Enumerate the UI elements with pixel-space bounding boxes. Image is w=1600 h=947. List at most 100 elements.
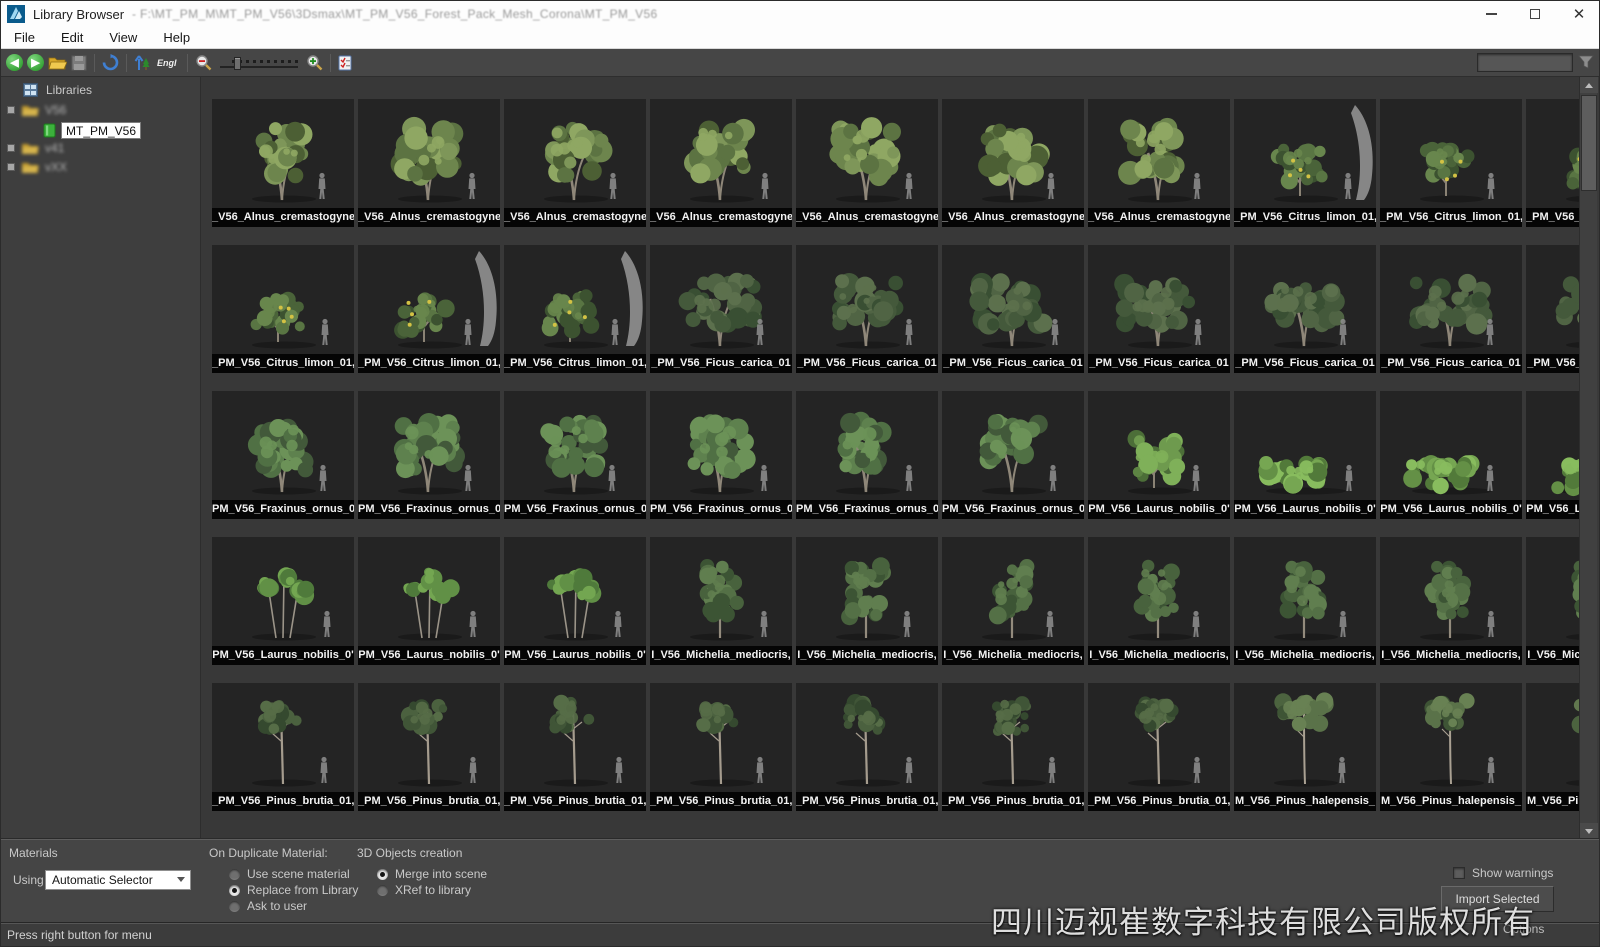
asset-thumbnail[interactable]: PM_V56_Laurus_nobilis_0'	[1234, 391, 1376, 519]
asset-thumbnail[interactable]: PM_V56_Laurus_nobilis_0'	[358, 537, 500, 665]
asset-thumbnail[interactable]: I_V56_Michelia_mediocris,	[796, 537, 938, 665]
open-library-button[interactable]	[48, 52, 67, 74]
asset-thumbnail[interactable]: I_V56_Michelia_mediocris,	[650, 537, 792, 665]
asset-label: PM_V56_Fraxinus_ornus_0	[358, 500, 500, 519]
sidebar-item-v41[interactable]: v41	[7, 141, 64, 155]
asset-thumbnail[interactable]: _PM_V56_Ficus_carica_01	[1088, 245, 1230, 373]
asset-thumbnail[interactable]: M_V56_Pinus_halepensis_	[1234, 683, 1376, 811]
minimize-button[interactable]	[1469, 1, 1513, 27]
language-button[interactable]: Engl	[154, 52, 180, 74]
radio-use-scene-material[interactable]: Use scene material	[229, 867, 350, 881]
asset-thumbnail[interactable]: _PM_V56_Ficus_carica_01	[1526, 245, 1581, 373]
radio-ask-to-user[interactable]: Ask to user	[229, 899, 307, 913]
asset-thumbnail[interactable]: I_V56_Michelia_mediocris,	[1088, 537, 1230, 665]
asset-thumbnail[interactable]: _V56_Alnus_cremastogyne	[942, 99, 1084, 227]
asset-thumbnail[interactable]: _PM_V56_Citrus_limon_01,	[1526, 99, 1581, 227]
asset-thumbnail[interactable]: _PM_V56_Ficus_carica_01	[650, 245, 792, 373]
maximize-icon	[1530, 9, 1540, 19]
asset-thumbnail[interactable]: I_V56_Michelia_mediocris,	[942, 537, 1084, 665]
asset-thumbnail[interactable]: PM_V56_Fraxinus_ornus_0	[650, 391, 792, 519]
asset-label: _PM_V56_Pinus_brutia_01,	[212, 792, 354, 811]
asset-thumbnail[interactable]: _PM_V56_Ficus_carica_01	[942, 245, 1084, 373]
asset-thumbnail[interactable]: _PM_V56_Citrus_limon_01,	[504, 245, 646, 373]
expand-toggle-icon[interactable]	[7, 144, 15, 152]
back-button[interactable]: ◀	[6, 52, 23, 74]
asset-thumbnail[interactable]: _V56_Alnus_cremastogyne	[650, 99, 792, 227]
asset-thumbnail[interactable]: I_V56_Michelia_mediocris,	[1380, 537, 1522, 665]
material-selector-dropdown[interactable]: Automatic Selector	[45, 870, 191, 890]
asset-thumbnail[interactable]: _PM_V56_Ficus_carica_01	[1380, 245, 1522, 373]
asset-thumbnail[interactable]: PM_V56_Laurus_nobilis_0'	[1088, 391, 1230, 519]
asset-thumbnail[interactable]: _V56_Alnus_cremastogyne	[358, 99, 500, 227]
forward-button[interactable]: ▶	[27, 52, 44, 74]
expand-toggle-icon[interactable]	[7, 163, 15, 171]
libraries-root[interactable]: Libraries	[23, 83, 92, 97]
asset-thumbnail[interactable]: PM_V56_Fraxinus_ornus_0	[212, 391, 354, 519]
asset-thumbnail[interactable]: PM_V56_Fraxinus_ornus_0	[358, 391, 500, 519]
asset-thumbnail[interactable]: _PM_V56_Ficus_carica_01	[1234, 245, 1376, 373]
radio-replace-from-library[interactable]: Replace from Library	[229, 883, 358, 897]
save-library-button[interactable]	[71, 52, 87, 74]
asset-thumbnail[interactable]: PM_V56_Laurus_nobilis_0'	[1526, 391, 1581, 519]
vertical-scrollbar[interactable]	[1579, 77, 1597, 839]
asset-thumbnail[interactable]: _PM_V56_Pinus_brutia_01,	[358, 683, 500, 811]
toolbar-separator	[187, 54, 188, 72]
menu-edit[interactable]: Edit	[48, 27, 96, 49]
zoom-out-button[interactable]	[195, 52, 212, 74]
asset-thumbnail[interactable]: _PM_V56_Pinus_brutia_01,	[796, 683, 938, 811]
asset-thumbnail[interactable]: PM_V56_Laurus_nobilis_0'	[212, 537, 354, 665]
asset-thumbnail[interactable]: I_V56_Michelia_mediocris,	[1526, 537, 1581, 665]
options-button[interactable]: Options	[1503, 922, 1544, 936]
asset-thumbnail[interactable]: _PM_V56_Citrus_limon_01,	[1234, 99, 1376, 227]
filter-icon[interactable]	[1578, 54, 1594, 75]
radio-xref-to-library[interactable]: XRef to library	[377, 883, 471, 897]
menu-help[interactable]: Help	[150, 27, 203, 49]
asset-thumbnail[interactable]: PM_V56_Fraxinus_ornus_0	[796, 391, 938, 519]
asset-thumbnail[interactable]: PM_V56_Laurus_nobilis_0'	[1380, 391, 1522, 519]
zoom-in-button[interactable]	[306, 52, 323, 74]
menu-view[interactable]: View	[96, 27, 150, 49]
asset-thumbnail[interactable]: _PM_V56_Citrus_limon_01,	[358, 245, 500, 373]
show-warnings-checkbox[interactable]: Show warnings	[1453, 866, 1553, 880]
refresh-button[interactable]	[102, 52, 119, 74]
asset-label: _V56_Alnus_cremastogyne	[650, 208, 792, 227]
asset-thumbnail[interactable]: _PM_V56_Ficus_carica_01	[796, 245, 938, 373]
asset-thumbnail[interactable]: M_V56_Pinus_halepensis_	[1380, 683, 1522, 811]
asset-thumbnail[interactable]: _PM_V56_Pinus_brutia_01,	[212, 683, 354, 811]
sidebar-item-mt-pm-v56[interactable]: MT_PM_V56	[43, 122, 141, 139]
sidebar-item-vxx[interactable]: vXX	[7, 160, 67, 174]
thumbnail-size-slider[interactable]	[220, 55, 298, 71]
scroll-down-button[interactable]	[1580, 823, 1598, 839]
asset-thumbnail[interactable]: _PM_V56_Pinus_brutia_01,	[504, 683, 646, 811]
menu-file[interactable]: File	[1, 27, 48, 49]
asset-thumbnail[interactable]: _PM_V56_Pinus_brutia_01,	[1088, 683, 1230, 811]
asset-thumbnail[interactable]: PM_V56_Laurus_nobilis_0'	[504, 537, 646, 665]
import-selected-button[interactable]: Import Selected	[1441, 886, 1554, 912]
search-input[interactable]	[1477, 53, 1573, 72]
close-button[interactable]: ✕	[1557, 1, 1600, 27]
asset-thumbnail[interactable]: _V56_Alnus_cremastogyne	[1088, 99, 1230, 227]
radio-merge-into-scene[interactable]: Merge into scene	[377, 867, 487, 881]
asset-thumbnail[interactable]: _PM_V56_Pinus_brutia_01,	[942, 683, 1084, 811]
asset-thumbnail[interactable]: _V56_Alnus_cremastogyne	[504, 99, 646, 227]
sidebar-item-v56[interactable]: V56	[7, 103, 66, 117]
scroll-up-button[interactable]	[1580, 77, 1598, 93]
asset-thumbnail[interactable]: _PM_V56_Pinus_brutia_01,	[650, 683, 792, 811]
scroll-up-icon	[1585, 83, 1593, 88]
asset-thumbnail[interactable]: _V56_Alnus_cremastogyne	[212, 99, 354, 227]
expand-toggle-icon[interactable]	[7, 106, 15, 114]
asset-thumbnail[interactable]: I_V56_Michelia_mediocris,	[1234, 537, 1376, 665]
slider-handle[interactable]	[234, 57, 241, 70]
scroll-down-icon	[1585, 829, 1593, 834]
sort-order-button[interactable]	[134, 52, 150, 74]
asset-thumbnail[interactable]: M_V56_Pinus_halepensis_	[1526, 683, 1581, 811]
asset-thumbnail[interactable]: PM_V56_Fraxinus_ornus_0	[942, 391, 1084, 519]
folder-icon	[21, 142, 39, 155]
asset-thumbnail[interactable]: PM_V56_Fraxinus_ornus_0	[504, 391, 646, 519]
maximize-button[interactable]	[1513, 1, 1557, 27]
asset-thumbnail[interactable]: _PM_V56_Citrus_limon_01,	[1380, 99, 1522, 227]
asset-thumbnail[interactable]: _V56_Alnus_cremastogyne	[796, 99, 938, 227]
show-names-button[interactable]	[338, 52, 352, 74]
asset-thumbnail[interactable]: _PM_V56_Citrus_limon_01,	[212, 245, 354, 373]
scrollbar-thumb[interactable]	[1581, 95, 1597, 191]
